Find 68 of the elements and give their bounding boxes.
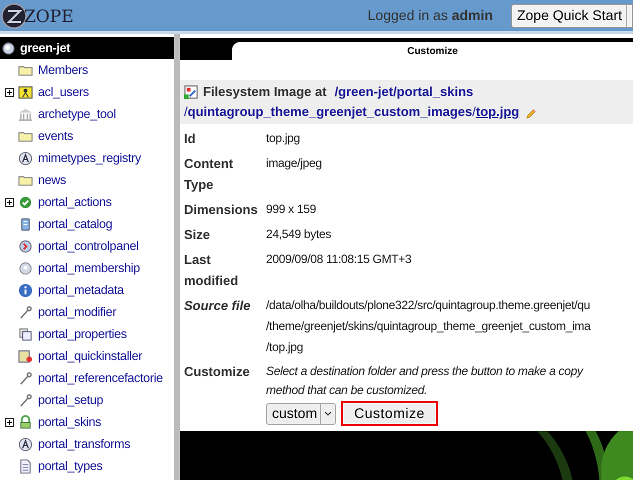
- tree-item[interactable]: events: [0, 125, 174, 147]
- chevron-down-icon: [324, 410, 332, 416]
- logo-text: ZOPE: [24, 6, 74, 29]
- current-item-link[interactable]: top.jpg: [476, 102, 520, 122]
- tree-item[interactable]: portal_quickinstaller: [0, 345, 174, 367]
- check-icon: [18, 194, 33, 210]
- tree-item[interactable]: portal_controlpanel: [0, 235, 174, 257]
- tree-item[interactable]: portal_transforms: [0, 433, 174, 455]
- tree-item[interactable]: Members: [0, 59, 174, 81]
- property-label: Last modified: [184, 251, 240, 290]
- wrench-icon: [18, 304, 33, 320]
- tree-item[interactable]: portal_catalog: [0, 213, 174, 235]
- property-value: 999 x 159: [266, 201, 316, 218]
- tree-item[interactable]: portal_properties: [0, 323, 174, 345]
- customize-button[interactable]: Customize: [341, 401, 438, 426]
- path-separator: /: [472, 103, 476, 121]
- users-icon: [18, 84, 33, 100]
- expand-icon[interactable]: [4, 88, 14, 96]
- tree-item[interactable]: portal_membership: [0, 257, 174, 279]
- quick-start-dropdown[interactable]: Zope Quick Start: [510, 4, 633, 28]
- login-status: Logged in as admin: [368, 6, 493, 25]
- tree-item[interactable]: news: [0, 169, 174, 191]
- help-text: method that can be customized.: [266, 382, 428, 399]
- wrench-icon: [18, 392, 33, 408]
- path-separator: /: [184, 103, 188, 121]
- globe-icon: [1, 40, 16, 56]
- info-icon: [18, 282, 33, 298]
- tree-item[interactable]: portal_actions: [0, 191, 174, 213]
- property-label: Id: [184, 130, 197, 148]
- expand-icon[interactable]: [4, 198, 14, 206]
- tree-item[interactable]: portal_referencefactorie: [0, 367, 174, 389]
- property-value: 2009/09/08 11:08:15 GMT+3: [266, 251, 412, 268]
- tree-item[interactable]: archetype_tool: [0, 103, 174, 125]
- document-icon: [18, 458, 33, 474]
- tab[interactable]: Customize: [232, 42, 633, 60]
- letter-a-icon: [18, 150, 33, 166]
- property-value: /data/olha/buildouts/plone322/src/quintagroup.theme.greenjet/qu: [266, 297, 591, 314]
- documents-icon: [18, 326, 33, 342]
- building-icon: [18, 106, 33, 122]
- title-prefix: Filesystem Image at: [203, 83, 327, 101]
- property-value: /theme/greenjet/skins/quintagroup_theme_greenjet_custom_ima: [266, 318, 591, 335]
- tree-item[interactable]: portal_skins: [0, 411, 174, 433]
- property-label: Size: [184, 226, 212, 244]
- help-text: Select a destination folder and press the button to make a copy: [266, 363, 583, 380]
- wrench-icon: [18, 370, 33, 386]
- property-label: Content Type: [184, 155, 234, 194]
- image-file-icon: [184, 84, 199, 100]
- property-label: Source file: [184, 297, 252, 315]
- expand-icon[interactable]: [4, 418, 14, 426]
- property-label: Dimensions: [184, 201, 259, 219]
- property-value: /top.jpg: [266, 339, 304, 356]
- tree-item[interactable]: portal_modifier: [0, 301, 174, 323]
- tree-item[interactable]: portal_setup: [0, 389, 174, 411]
- property-label: Customize: [184, 363, 251, 381]
- tree-item[interactable]: portal_types: [0, 455, 174, 477]
- folder-select[interactable]: custom: [266, 402, 336, 424]
- path-link[interactable]: /green-jet/portal_skins: [334, 82, 474, 102]
- tree-item[interactable]: portal_metadata: [0, 279, 174, 301]
- tree-item[interactable]: mimetypes_registry: [0, 147, 174, 169]
- tree-item[interactable]: green-jet: [0, 37, 174, 59]
- letter-a-icon: [18, 436, 33, 452]
- tree-item[interactable]: acl_users: [0, 81, 174, 103]
- path-link[interactable]: quintagroup_theme_greenjet_custom_images: [188, 102, 472, 122]
- property-value: image/jpeg: [266, 155, 322, 172]
- property-value: 24,549 bytes: [266, 226, 332, 243]
- pencil-icon[interactable]: [525, 108, 536, 120]
- property-value: top.jpg: [266, 130, 300, 147]
- lock-icon: [18, 414, 33, 430]
